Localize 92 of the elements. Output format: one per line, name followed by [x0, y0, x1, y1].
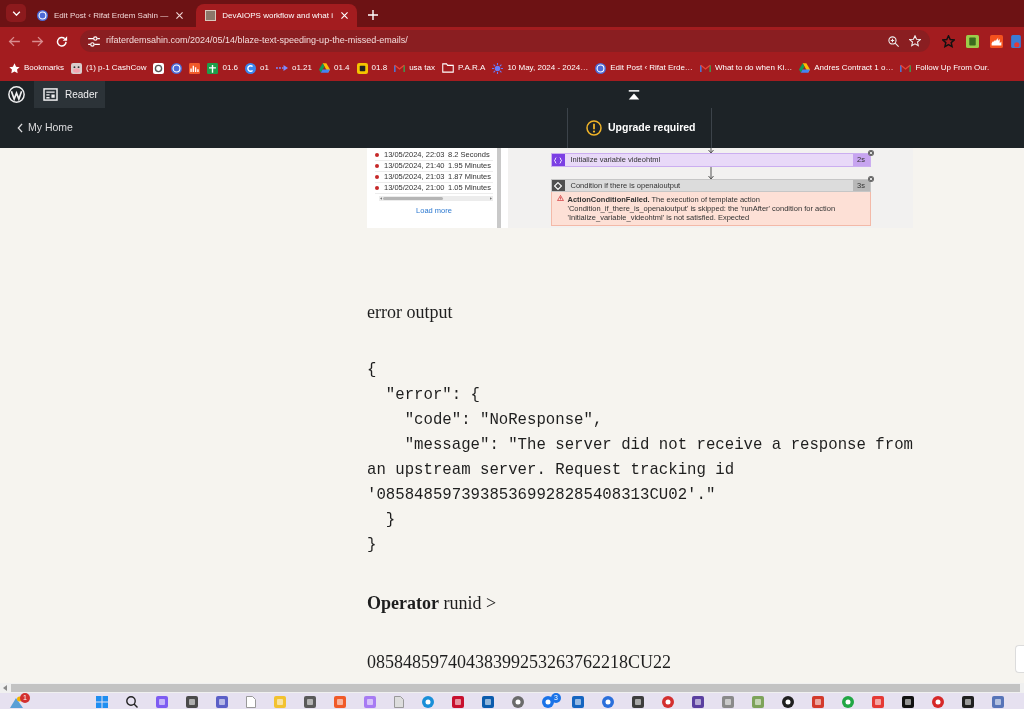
floating-panel [1015, 645, 1024, 673]
close-icon [176, 12, 184, 19]
my-home-link[interactable]: My Home [17, 120, 73, 136]
close-tab-button[interactable] [339, 10, 350, 21]
reader-button[interactable]: Reader [34, 81, 105, 108]
page-icon[interactable] [394, 696, 404, 708]
arrow-left-icon [380, 197, 382, 200]
app-icon [356, 62, 368, 74]
warning-icon [556, 195, 564, 201]
status-dot-icon [375, 164, 379, 168]
star-icon [9, 62, 20, 74]
spreadsheet-icon [207, 62, 219, 74]
chevron-down-icon [11, 10, 21, 16]
bookmark-link[interactable]: Edit Post ‹ Rifat Erde… [592, 60, 696, 76]
braces-icon [554, 156, 562, 164]
site-info-button[interactable] [86, 33, 102, 49]
close-tab-button[interactable] [174, 10, 186, 21]
bookmark-link[interactable]: (1) p-1 CashCow [68, 60, 150, 76]
zoom-button[interactable] [885, 33, 901, 49]
collapse-icon[interactable] [627, 89, 640, 100]
tab-search-button[interactable] [6, 4, 26, 22]
mail-icon [394, 64, 406, 72]
connector-arrow [707, 167, 714, 179]
browser-tab[interactable]: Edit Post ‹ Rifat Erdem Sahin — [28, 4, 193, 27]
landscape-icon[interactable] [10, 696, 23, 708]
chevron-left-icon [17, 123, 23, 133]
arrow-right-icon [490, 197, 492, 200]
diamond-icon [554, 181, 562, 190]
scrollbar-thumb[interactable] [11, 684, 1020, 692]
bookmark-link[interactable]: 10 May, 2024 - 2024… [489, 60, 592, 76]
circle-logo-icon [37, 10, 48, 21]
app-icon [989, 34, 1003, 48]
address-bar[interactable]: rifaterdemsahin.com/2024/05/14/blaze-text-speeding-up-the-missed-emails/ [80, 30, 930, 52]
circle-icon [245, 62, 257, 74]
ring-icon [153, 62, 165, 74]
bookmark-link[interactable]: 01.6 [204, 60, 242, 76]
folder-icon [441, 63, 454, 73]
animal-face-icon [71, 62, 82, 74]
bookmark-link[interactable]: usa tax [391, 60, 438, 76]
app-icon[interactable] [962, 696, 974, 708]
arrow-left-icon [3, 685, 7, 691]
status-dot-icon [375, 153, 379, 157]
star-icon [909, 35, 921, 47]
code-text: { "error": { "code": "NoResponse", "message": "The server did not receive a response from an upstream server. Request tracking id '08584859739385369928285408313CU02'." } } [367, 360, 914, 556]
new-tab-button[interactable] [365, 7, 381, 23]
arrow-right-icon [32, 35, 44, 47]
star-icon [941, 34, 955, 48]
triangle-icon [319, 63, 330, 73]
app-icon [1010, 34, 1022, 48]
circle-logo-icon [595, 62, 607, 74]
bookmark-link[interactable]: o1.21 [272, 60, 315, 76]
circle-logo-icon [171, 62, 183, 74]
bookmark-link[interactable]: 01.8 [353, 60, 391, 76]
bookmark-star-button[interactable] [907, 33, 923, 49]
bookmark-link[interactable]: Andres Contract 1 o… [796, 60, 897, 76]
status-dot-icon [375, 186, 379, 190]
sun-icon [492, 62, 504, 74]
mail-icon [699, 64, 711, 72]
paragraph-text: Operator runid > [367, 592, 498, 615]
close-icon[interactable] [867, 150, 874, 156]
app-icon[interactable] [782, 696, 794, 708]
mail-icon [900, 64, 912, 72]
paragraph-text: error output [367, 301, 454, 324]
zoom-icon [887, 35, 899, 47]
plus-icon [368, 10, 378, 20]
bookmark-link[interactable]: 01.4 [316, 60, 353, 76]
page-icon[interactable] [246, 696, 256, 708]
arrow-left-icon [8, 35, 20, 47]
triangle-icon [799, 63, 811, 73]
connector-arrow [707, 148, 714, 153]
bookmark-link[interactable]: What to do when Ki… [696, 60, 796, 76]
bookmark-link[interactable]: o1 [242, 60, 272, 76]
arrow-icon [275, 65, 288, 71]
status-dot-icon [375, 175, 379, 179]
app-icon[interactable] [902, 696, 914, 708]
reload-icon [56, 35, 68, 47]
bookmark-link[interactable]: Bookmarks [6, 60, 67, 76]
upgrade-link[interactable]: Upgrade required [586, 120, 696, 136]
close-icon[interactable] [867, 176, 874, 182]
photo-placeholder [205, 10, 217, 21]
paragraph-text: 08584859740438399253263762218CU22 [367, 651, 672, 674]
bookmark-link[interactable]: P.A.R.A [438, 60, 489, 76]
alert-icon [586, 120, 602, 136]
tune-icon [88, 35, 100, 47]
search-icon[interactable] [126, 696, 138, 708]
browser-tab[interactable]: DevAIOPS workflow and what i [196, 4, 357, 27]
app-icon [965, 34, 979, 48]
bookmark-link[interactable]: Follow Up From Our. [897, 60, 993, 76]
logo-icon[interactable] [8, 86, 25, 103]
document-icon [43, 88, 58, 101]
bar-chart-icon [189, 62, 201, 74]
close-icon [341, 12, 348, 19]
